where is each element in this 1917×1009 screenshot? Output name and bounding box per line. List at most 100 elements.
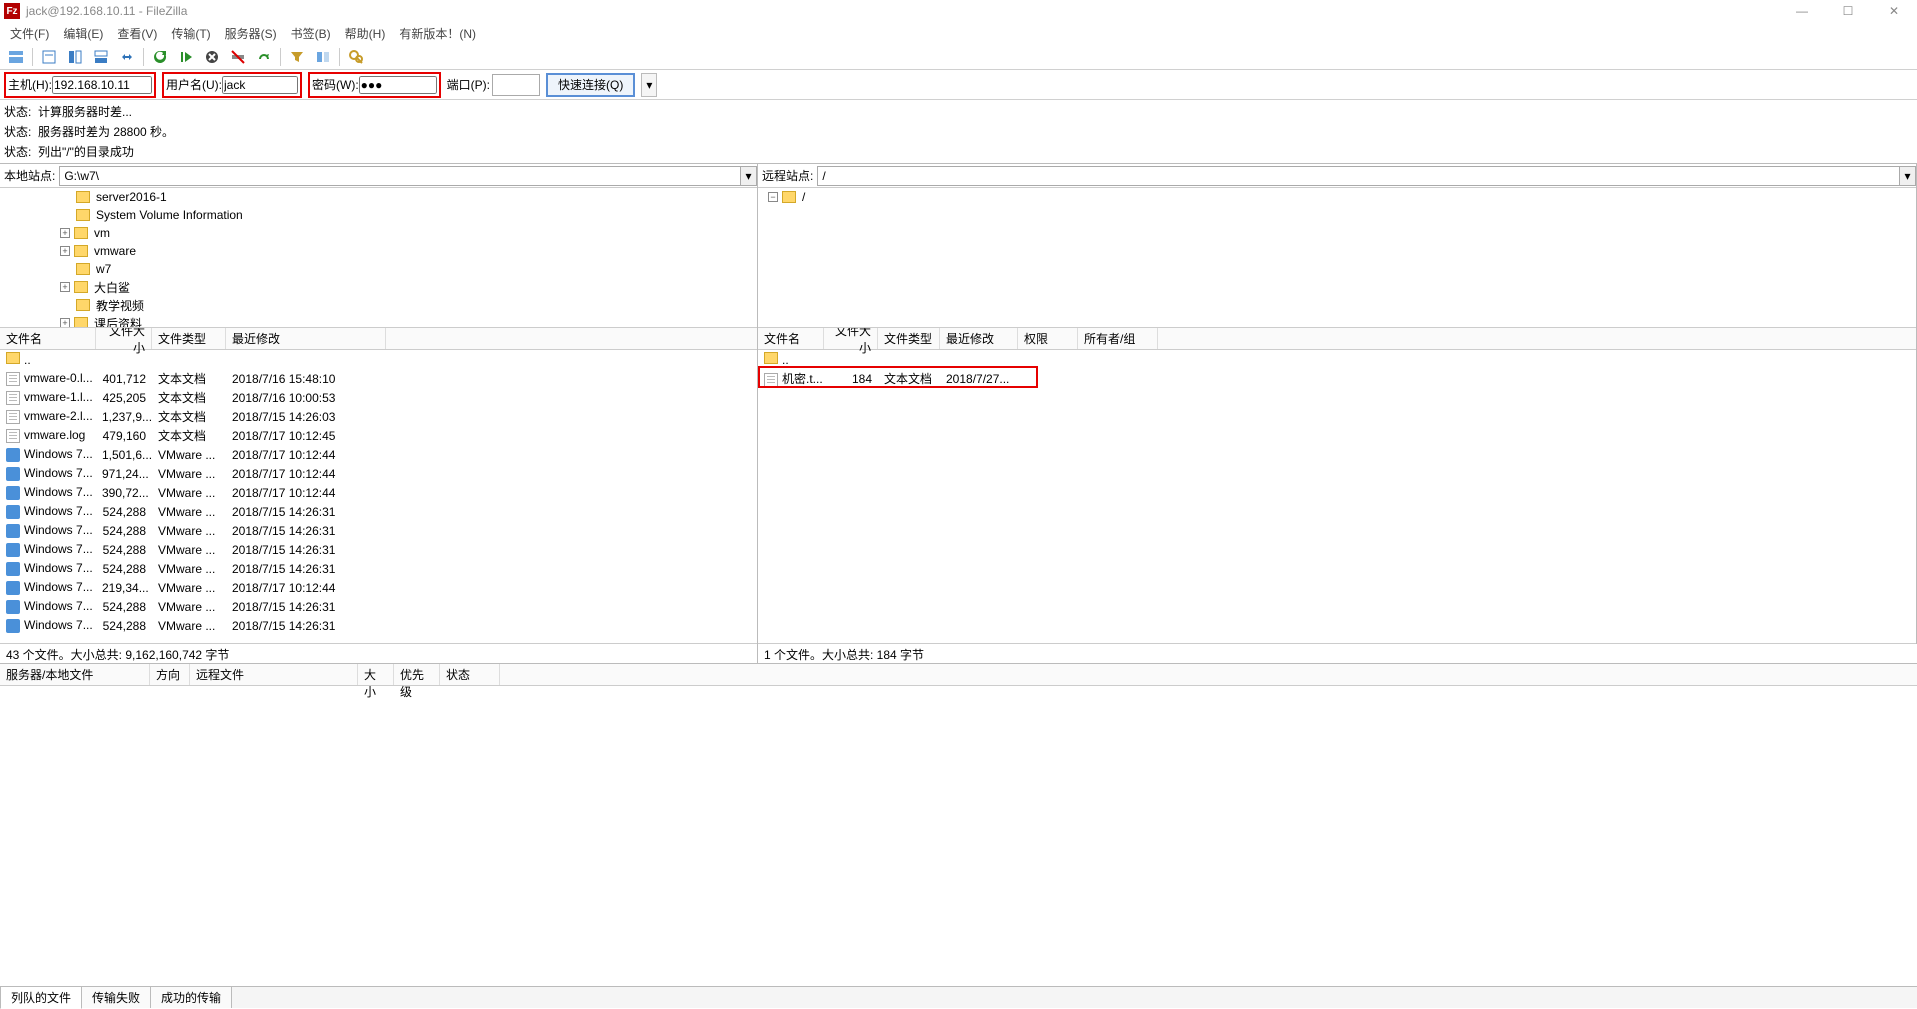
- tree-item[interactable]: − /: [758, 188, 1916, 206]
- list-item[interactable]: Windows 7...524,288VMware ...2018/7/15 1…: [0, 540, 757, 559]
- reconnect-icon[interactable]: [252, 46, 276, 68]
- tree-item[interactable]: server2016-1: [0, 188, 757, 206]
- list-item[interactable]: Windows 7...219,34...VMware ...2018/7/17…: [0, 578, 757, 597]
- file-size: 524,288: [96, 543, 152, 557]
- col-filename[interactable]: 文件名: [758, 328, 824, 349]
- file-size: 184: [824, 372, 878, 386]
- tab-failed[interactable]: 传输失败: [81, 986, 151, 1008]
- list-item[interactable]: Windows 7...971,24...VMware ...2018/7/17…: [0, 464, 757, 483]
- file-modified: 2018/7/16 15:48:10: [226, 372, 386, 386]
- col-filetype[interactable]: 文件类型: [878, 328, 940, 349]
- menu-help[interactable]: 帮助(H): [339, 23, 392, 44]
- maximize-button[interactable]: ☐: [1825, 0, 1871, 22]
- close-button[interactable]: ✕: [1871, 0, 1917, 22]
- list-item[interactable]: Windows 7...524,288VMware ...2018/7/15 1…: [0, 521, 757, 540]
- filter-icon[interactable]: [285, 46, 309, 68]
- host-input[interactable]: [52, 76, 152, 94]
- password-input[interactable]: [359, 76, 437, 94]
- folder-icon: [76, 191, 90, 203]
- minimize-button[interactable]: —: [1779, 0, 1825, 22]
- collapse-icon[interactable]: −: [768, 192, 778, 202]
- col-filesize[interactable]: 文件大小: [96, 328, 152, 349]
- col-filesize[interactable]: 文件大小: [824, 328, 878, 349]
- list-item[interactable]: Windows 7...524,288VMware ...2018/7/15 1…: [0, 502, 757, 521]
- qcol-status[interactable]: 状态: [440, 664, 500, 685]
- menu-edit[interactable]: 编辑(E): [57, 23, 109, 44]
- tree-item[interactable]: +大白鲨: [0, 278, 757, 296]
- local-file-list[interactable]: 文件名 文件大小 文件类型 最近修改 .. vmware-0.l...401,7…: [0, 328, 757, 644]
- folder-icon: [6, 352, 20, 364]
- qcol-remote[interactable]: 远程文件: [190, 664, 358, 685]
- qcol-size[interactable]: 大小: [358, 664, 394, 685]
- list-item[interactable]: vmware-0.l...401,712文本文档2018/7/16 15:48:…: [0, 369, 757, 388]
- file-size: 1,237,9...: [96, 410, 152, 424]
- disconnect-icon[interactable]: [226, 46, 250, 68]
- col-modified[interactable]: 最近修改: [940, 328, 1018, 349]
- list-item[interactable]: Windows 7...524,288VMware ...2018/7/15 1…: [0, 616, 757, 635]
- expand-icon[interactable]: +: [60, 318, 70, 328]
- file-name: Windows 7...: [24, 542, 93, 556]
- list-item[interactable]: vmware.log479,160文本文档2018/7/17 10:12:45: [0, 426, 757, 445]
- menu-transfer[interactable]: 传输(T): [165, 23, 216, 44]
- port-input[interactable]: [492, 74, 540, 96]
- menu-view[interactable]: 查看(V): [111, 23, 163, 44]
- list-item[interactable]: Windows 7...1,501,6...VMware ...2018/7/1…: [0, 445, 757, 464]
- col-modified[interactable]: 最近修改: [226, 328, 386, 349]
- tab-queued[interactable]: 列队的文件: [0, 986, 82, 1009]
- compare-icon[interactable]: [311, 46, 335, 68]
- col-permissions[interactable]: 权限: [1018, 328, 1078, 349]
- local-tree[interactable]: server2016-1System Volume Information+vm…: [0, 188, 757, 328]
- toggle-tree-icon[interactable]: [63, 46, 87, 68]
- tree-item[interactable]: 教学视频: [0, 296, 757, 314]
- menu-server[interactable]: 服务器(S): [219, 23, 283, 44]
- tab-success[interactable]: 成功的传输: [150, 986, 232, 1008]
- expand-icon[interactable]: +: [60, 282, 70, 292]
- list-item-parent[interactable]: ..: [758, 350, 1916, 369]
- file-modified: 2018/7/17 10:12:44: [226, 448, 386, 462]
- refresh-icon[interactable]: [148, 46, 172, 68]
- qcol-priority[interactable]: 优先级: [394, 664, 440, 685]
- log-pane[interactable]: 状态: 计算服务器时差... 状态: 服务器时差为 28800 秒。 状态: 列…: [0, 100, 1917, 164]
- queue-body[interactable]: [0, 686, 1917, 756]
- vmware-icon: [6, 562, 20, 576]
- list-item[interactable]: 机密.t...184文本文档2018/7/27...: [758, 369, 1916, 388]
- sitemgr-icon[interactable]: [4, 46, 28, 68]
- quickconnect-button[interactable]: 快速连接(Q): [546, 73, 635, 97]
- toggle-queue-icon[interactable]: [89, 46, 113, 68]
- tree-item[interactable]: System Volume Information: [0, 206, 757, 224]
- list-item[interactable]: vmware-1.l...425,205文本文档2018/7/16 10:00:…: [0, 388, 757, 407]
- menu-new-version[interactable]: 有新版本！(N): [393, 23, 482, 44]
- tree-item[interactable]: w7: [0, 260, 757, 278]
- expand-icon[interactable]: +: [60, 246, 70, 256]
- expand-icon[interactable]: +: [60, 228, 70, 238]
- list-item[interactable]: Windows 7...524,288VMware ...2018/7/15 1…: [0, 559, 757, 578]
- quickconnect-dropdown[interactable]: ▾: [641, 73, 657, 97]
- list-item[interactable]: vmware-2.l...1,237,9...文本文档2018/7/15 14:…: [0, 407, 757, 426]
- qcol-direction[interactable]: 方向: [150, 664, 190, 685]
- tree-item[interactable]: +课后资料: [0, 314, 757, 328]
- menu-file[interactable]: 文件(F): [4, 23, 55, 44]
- remote-tree[interactable]: − /: [758, 188, 1916, 328]
- remote-path-input[interactable]: [817, 166, 1900, 186]
- toggle-log-icon[interactable]: [37, 46, 61, 68]
- local-path-input[interactable]: [59, 166, 741, 186]
- file-name: 机密.t...: [782, 372, 823, 386]
- col-owner[interactable]: 所有者/组: [1078, 328, 1158, 349]
- tree-item[interactable]: +vmware: [0, 242, 757, 260]
- cancel-icon[interactable]: [200, 46, 224, 68]
- username-input[interactable]: [222, 76, 298, 94]
- sync-browse-icon[interactable]: [115, 46, 139, 68]
- remote-path-dropdown[interactable]: ▾: [1900, 166, 1916, 186]
- find-icon[interactable]: [344, 46, 368, 68]
- remote-file-list[interactable]: 文件名 文件大小 文件类型 最近修改 权限 所有者/组 .. 机密.t...18…: [758, 328, 1916, 644]
- tree-item[interactable]: +vm: [0, 224, 757, 242]
- process-queue-icon[interactable]: [174, 46, 198, 68]
- col-filetype[interactable]: 文件类型: [152, 328, 226, 349]
- qcol-server[interactable]: 服务器/本地文件: [0, 664, 150, 685]
- col-filename[interactable]: 文件名: [0, 328, 96, 349]
- file-name: vmware-2.l...: [24, 409, 93, 423]
- menu-bookmarks[interactable]: 书签(B): [285, 23, 337, 44]
- list-item[interactable]: Windows 7...390,72...VMware ...2018/7/17…: [0, 483, 757, 502]
- list-item[interactable]: Windows 7...524,288VMware ...2018/7/15 1…: [0, 597, 757, 616]
- local-path-dropdown[interactable]: ▾: [741, 166, 757, 186]
